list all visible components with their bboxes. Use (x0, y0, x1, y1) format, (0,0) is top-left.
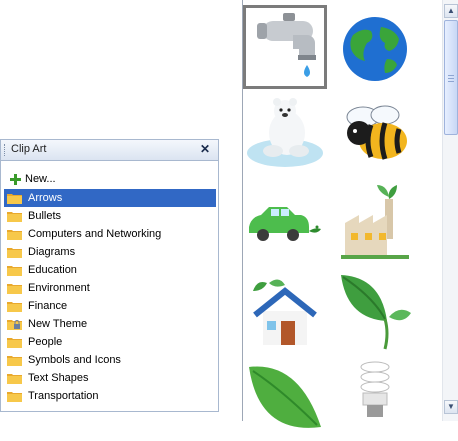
thumb-earth-globe[interactable] (333, 5, 417, 89)
folder-item-people[interactable]: People (4, 333, 216, 351)
folder-label: Arrows (28, 192, 63, 204)
folder-item-symbols-and-icons[interactable]: Symbols and Icons (4, 351, 216, 369)
folder-label: Symbols and Icons (28, 354, 121, 366)
folder-item-bullets[interactable]: Bullets (4, 207, 216, 225)
scroll-up-button[interactable]: ▲ (444, 4, 458, 18)
thumb-green-house[interactable] (243, 269, 327, 353)
folder-icon (7, 374, 22, 384)
folder-item-finance[interactable]: Finance (4, 297, 216, 315)
thumb-cfl-bulb[interactable] (333, 357, 417, 441)
green-car-icon (249, 207, 321, 241)
folder-item-new-theme[interactable]: New Theme (4, 315, 216, 333)
folder-icon (7, 392, 22, 402)
factory-sprout-icon (341, 185, 409, 259)
gallery-scrollbar[interactable]: ▲ ▼ (442, 0, 458, 421)
thumb-polar-bear[interactable] (243, 93, 327, 177)
folder-icon (7, 212, 22, 222)
thumb-green-car[interactable] (243, 181, 327, 265)
thumb-leaf[interactable] (243, 357, 327, 441)
thumb-factory-sprout[interactable] (333, 181, 417, 265)
folder-label: Finance (28, 300, 68, 312)
thumb-bee[interactable] (333, 93, 417, 177)
folder-item-transportation[interactable]: Transportation (4, 387, 216, 405)
polar-bear-icon (247, 98, 323, 167)
folder-label: Bullets (28, 210, 62, 222)
close-button[interactable]: ✕ (198, 142, 212, 156)
folder-item-arrows[interactable]: Arrows (4, 189, 216, 207)
folder-item-environment[interactable]: Environment (4, 279, 216, 297)
folder-item-education[interactable]: Education (4, 261, 216, 279)
green-house-icon (253, 279, 317, 345)
folder-item-diagrams[interactable]: Diagrams (4, 243, 216, 261)
leaf-icon (249, 366, 321, 428)
panel-title: Clip Art (11, 143, 47, 155)
panel-header: Clip Art ✕ (1, 140, 218, 161)
earth-globe-icon (343, 17, 407, 81)
cfl-bulb-icon (360, 361, 390, 417)
folder-label: Transportation (28, 390, 99, 402)
folder-label: Education (28, 264, 77, 276)
folder-label: People (28, 336, 63, 348)
folder-label: New Theme (28, 318, 88, 330)
folder-label: Diagrams (28, 246, 76, 258)
bee-icon (346, 105, 407, 160)
folder-icon (7, 284, 22, 294)
folder-icon (7, 266, 22, 276)
thumb-leaf-sprout[interactable] (333, 269, 417, 353)
thumb-water-faucet[interactable] (243, 5, 327, 89)
folder-item-computers-and-networking[interactable]: Computers and Networking (4, 225, 216, 243)
panel-grip[interactable] (4, 144, 7, 156)
folder-item-text-shapes[interactable]: Text Shapes (4, 369, 216, 387)
folder-icon (7, 230, 22, 240)
folder-icon (7, 248, 22, 258)
folder-label: Environment (28, 282, 90, 294)
water-faucet-icon (257, 13, 316, 77)
folder-list: Arrows Bullets Computers and Networking … (4, 189, 216, 405)
scrollbar-thumb[interactable] (444, 20, 458, 135)
folder-icon (7, 194, 22, 204)
scroll-down-button[interactable]: ▼ (444, 400, 458, 414)
folder-icon (7, 338, 22, 348)
locked-folder-icon (7, 320, 22, 330)
new-label: New... (25, 173, 56, 185)
leaf-sprout-icon (341, 275, 411, 350)
folder-icon (7, 356, 22, 366)
clip-art-panel: Clip Art ✕ New... Arrows Bullets Compute… (0, 139, 219, 412)
folder-label: Text Shapes (28, 372, 89, 384)
plus-icon (10, 174, 21, 185)
folder-label: Computers and Networking (28, 228, 162, 240)
folder-icon (7, 302, 22, 312)
